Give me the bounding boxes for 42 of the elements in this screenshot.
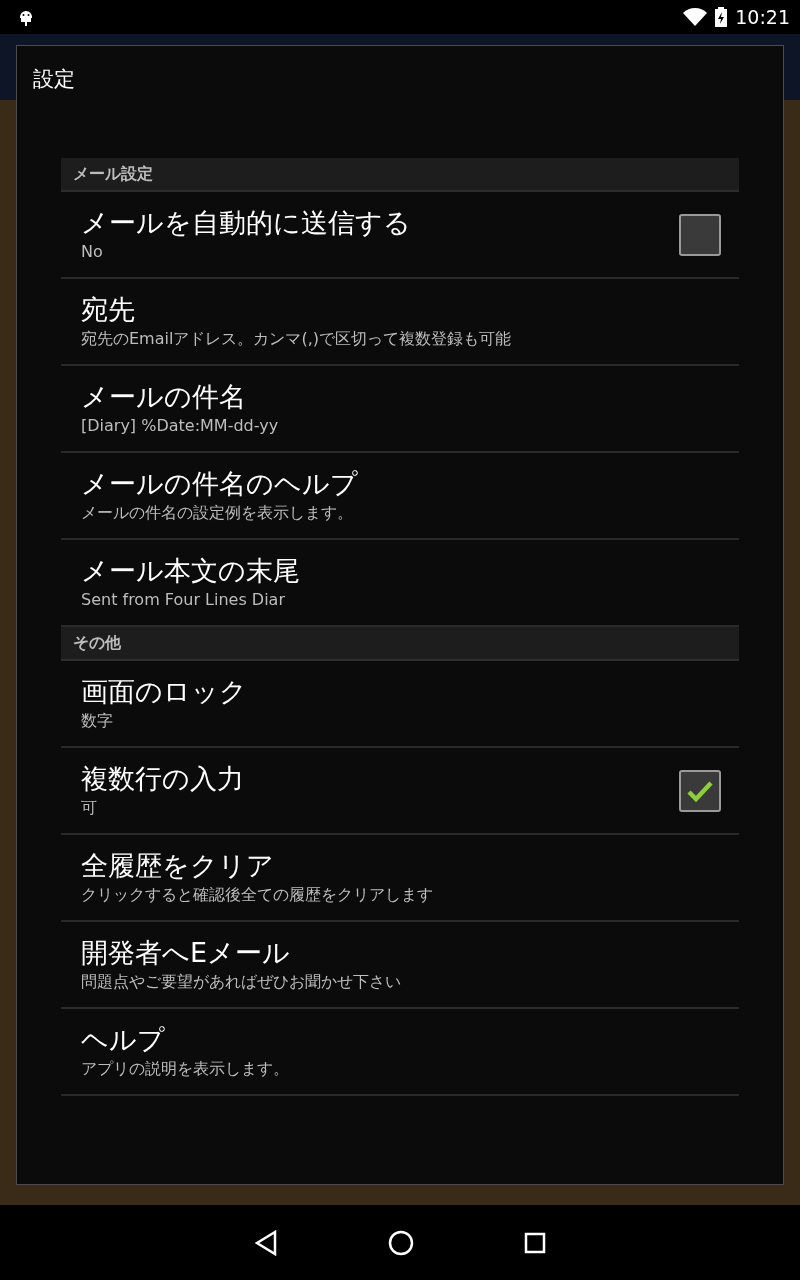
preference-title: メールの件名: [81, 380, 246, 414]
android-icon: [18, 8, 34, 26]
check-icon: [687, 780, 713, 802]
checkbox[interactable]: [679, 214, 721, 256]
preference-title: 画面のロック: [81, 675, 247, 709]
home-icon[interactable]: [388, 1229, 414, 1256]
wifi-icon: [683, 8, 708, 26]
section-header: その他: [61, 627, 739, 661]
preference-title: メールの件名のヘルプ: [81, 467, 358, 501]
preference-title: 複数行の入力: [81, 762, 244, 796]
preference-title: メール本文の末尾: [81, 554, 300, 588]
preference-summary: 数字: [81, 709, 113, 732]
back-icon[interactable]: [254, 1229, 278, 1256]
preference-item[interactable]: 画面のロック 数字: [61, 661, 739, 748]
preference-item[interactable]: メールを自動的に送信する No: [61, 192, 739, 279]
preference-item[interactable]: 宛先 宛先のEmailアドレス。カンマ(,)で区切って複数登録も可能: [61, 279, 739, 366]
battery-icon: [715, 7, 728, 27]
overview-icon[interactable]: [524, 1231, 546, 1254]
section-header: メール設定: [61, 158, 739, 192]
preference-summary: アプリの説明を表示します。: [81, 1057, 289, 1080]
preference-title: ヘルプ: [81, 1023, 165, 1057]
preference-title: 宛先: [81, 293, 135, 327]
preference-item[interactable]: メールの件名のヘルプ メールの件名の設定例を表示します。: [61, 453, 739, 540]
preference-summary: 宛先のEmailアドレス。カンマ(,)で区切って複数登録も可能: [81, 327, 511, 350]
preference-item[interactable]: 複数行の入力 可: [61, 748, 739, 835]
preference-item[interactable]: 全履歴をクリア クリックすると確認後全ての履歴をクリアします: [61, 835, 739, 922]
preference-summary: メールの件名の設定例を表示します。: [81, 501, 353, 524]
preference-item[interactable]: ヘルプ アプリの説明を表示します。: [61, 1009, 739, 1096]
checkbox[interactable]: [679, 770, 721, 812]
preference-title: メールを自動的に送信する: [81, 206, 411, 240]
preference-item[interactable]: 開発者へEメール 問題点やご要望があればぜひお聞かせ下さい: [61, 922, 739, 1009]
preference-summary: クリックすると確認後全ての履歴をクリアします: [81, 883, 433, 906]
preference-summary: 可: [81, 796, 97, 819]
preference-summary: No: [81, 240, 103, 263]
preference-summary: [Diary] %Date:MM-dd-yy: [81, 414, 279, 437]
preference-summary: Sent from Four Lines Diar: [81, 588, 285, 611]
dialog-title: 設定: [33, 67, 75, 91]
preference-title: 全履歴をクリア: [81, 849, 274, 883]
clock-time: 10:21: [735, 4, 790, 30]
preference-item[interactable]: メールの件名 [Diary] %Date:MM-dd-yy: [61, 366, 739, 453]
preference-summary: 問題点やご要望があればぜひお聞かせ下さい: [81, 970, 401, 993]
preference-title: 開発者へEメール: [81, 936, 291, 970]
